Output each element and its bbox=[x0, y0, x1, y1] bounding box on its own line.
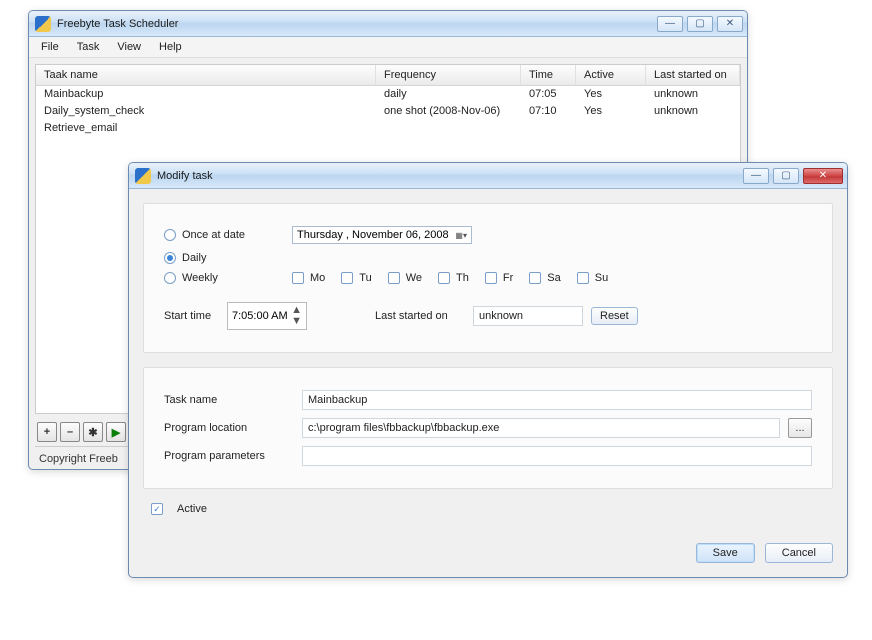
maximize-button[interactable]: ▢ bbox=[687, 16, 713, 32]
main-menubar: File Task View Help bbox=[29, 37, 747, 58]
browse-button[interactable]: ... bbox=[788, 418, 812, 438]
radio-daily[interactable] bbox=[164, 252, 176, 264]
spinner-arrows-icon: ▲▼ bbox=[291, 305, 302, 327]
task-row[interactable]: Retrieve_email bbox=[36, 120, 740, 137]
last-started-value: unknown bbox=[473, 306, 583, 326]
minimize-button[interactable]: — bbox=[743, 168, 769, 184]
close-button[interactable]: ✕ bbox=[717, 16, 743, 32]
task-name-input[interactable]: Mainbackup bbox=[302, 390, 812, 410]
check-we[interactable] bbox=[388, 272, 400, 284]
menu-task[interactable]: Task bbox=[69, 39, 108, 55]
check-active[interactable] bbox=[151, 503, 163, 515]
col-name[interactable]: Taak name bbox=[36, 65, 376, 85]
save-button[interactable]: Save bbox=[696, 543, 755, 563]
check-su[interactable] bbox=[577, 272, 589, 284]
calendar-icon: ▦▾ bbox=[455, 231, 467, 240]
check-mo[interactable] bbox=[292, 272, 304, 284]
radio-once[interactable] bbox=[164, 229, 176, 241]
main-title: Freebyte Task Scheduler bbox=[57, 18, 178, 30]
menu-view[interactable]: View bbox=[109, 39, 149, 55]
modal-titlebar[interactable]: Modify task — ▢ ✕ bbox=[129, 163, 847, 189]
col-last[interactable]: Last started on bbox=[646, 65, 740, 85]
minimize-button[interactable]: — bbox=[657, 16, 683, 32]
add-button[interactable]: + bbox=[37, 422, 57, 442]
app-icon bbox=[35, 16, 51, 32]
col-freq[interactable]: Frequency bbox=[376, 65, 521, 85]
check-sa[interactable] bbox=[529, 272, 541, 284]
modal-title: Modify task bbox=[157, 170, 213, 182]
schedule-group: Once at date Thursday , November 06, 200… bbox=[143, 203, 833, 353]
menu-help[interactable]: Help bbox=[151, 39, 190, 55]
date-picker[interactable]: Thursday , November 06, 2008 ▦▾ bbox=[292, 226, 472, 244]
play-button[interactable]: ▶ bbox=[106, 422, 126, 442]
col-active[interactable]: Active bbox=[576, 65, 646, 85]
check-fr[interactable] bbox=[485, 272, 497, 284]
menu-file[interactable]: File bbox=[33, 39, 67, 55]
note-button[interactable]: ✱ bbox=[83, 422, 103, 442]
close-button[interactable]: ✕ bbox=[803, 168, 843, 184]
check-tu[interactable] bbox=[341, 272, 353, 284]
main-titlebar[interactable]: Freebyte Task Scheduler — ▢ ✕ bbox=[29, 11, 747, 37]
col-time[interactable]: Time bbox=[521, 65, 576, 85]
cancel-button[interactable]: Cancel bbox=[765, 543, 833, 563]
program-location-input[interactable]: c:\program files\fbbackup\fbbackup.exe bbox=[302, 418, 780, 438]
task-row[interactable]: Mainbackup daily 07:05 Yes unknown bbox=[36, 86, 740, 103]
reset-button[interactable]: Reset bbox=[591, 307, 638, 325]
app-icon bbox=[135, 168, 151, 184]
remove-button[interactable]: – bbox=[60, 422, 80, 442]
program-params-input[interactable] bbox=[302, 446, 812, 466]
task-row[interactable]: Daily_system_check one shot (2008-Nov-06… bbox=[36, 103, 740, 120]
check-th[interactable] bbox=[438, 272, 450, 284]
start-time-input[interactable]: 7:05:00 AM ▲▼ bbox=[227, 302, 307, 330]
maximize-button[interactable]: ▢ bbox=[773, 168, 799, 184]
program-group: Task name Mainbackup Program location c:… bbox=[143, 367, 833, 489]
radio-weekly[interactable] bbox=[164, 272, 176, 284]
